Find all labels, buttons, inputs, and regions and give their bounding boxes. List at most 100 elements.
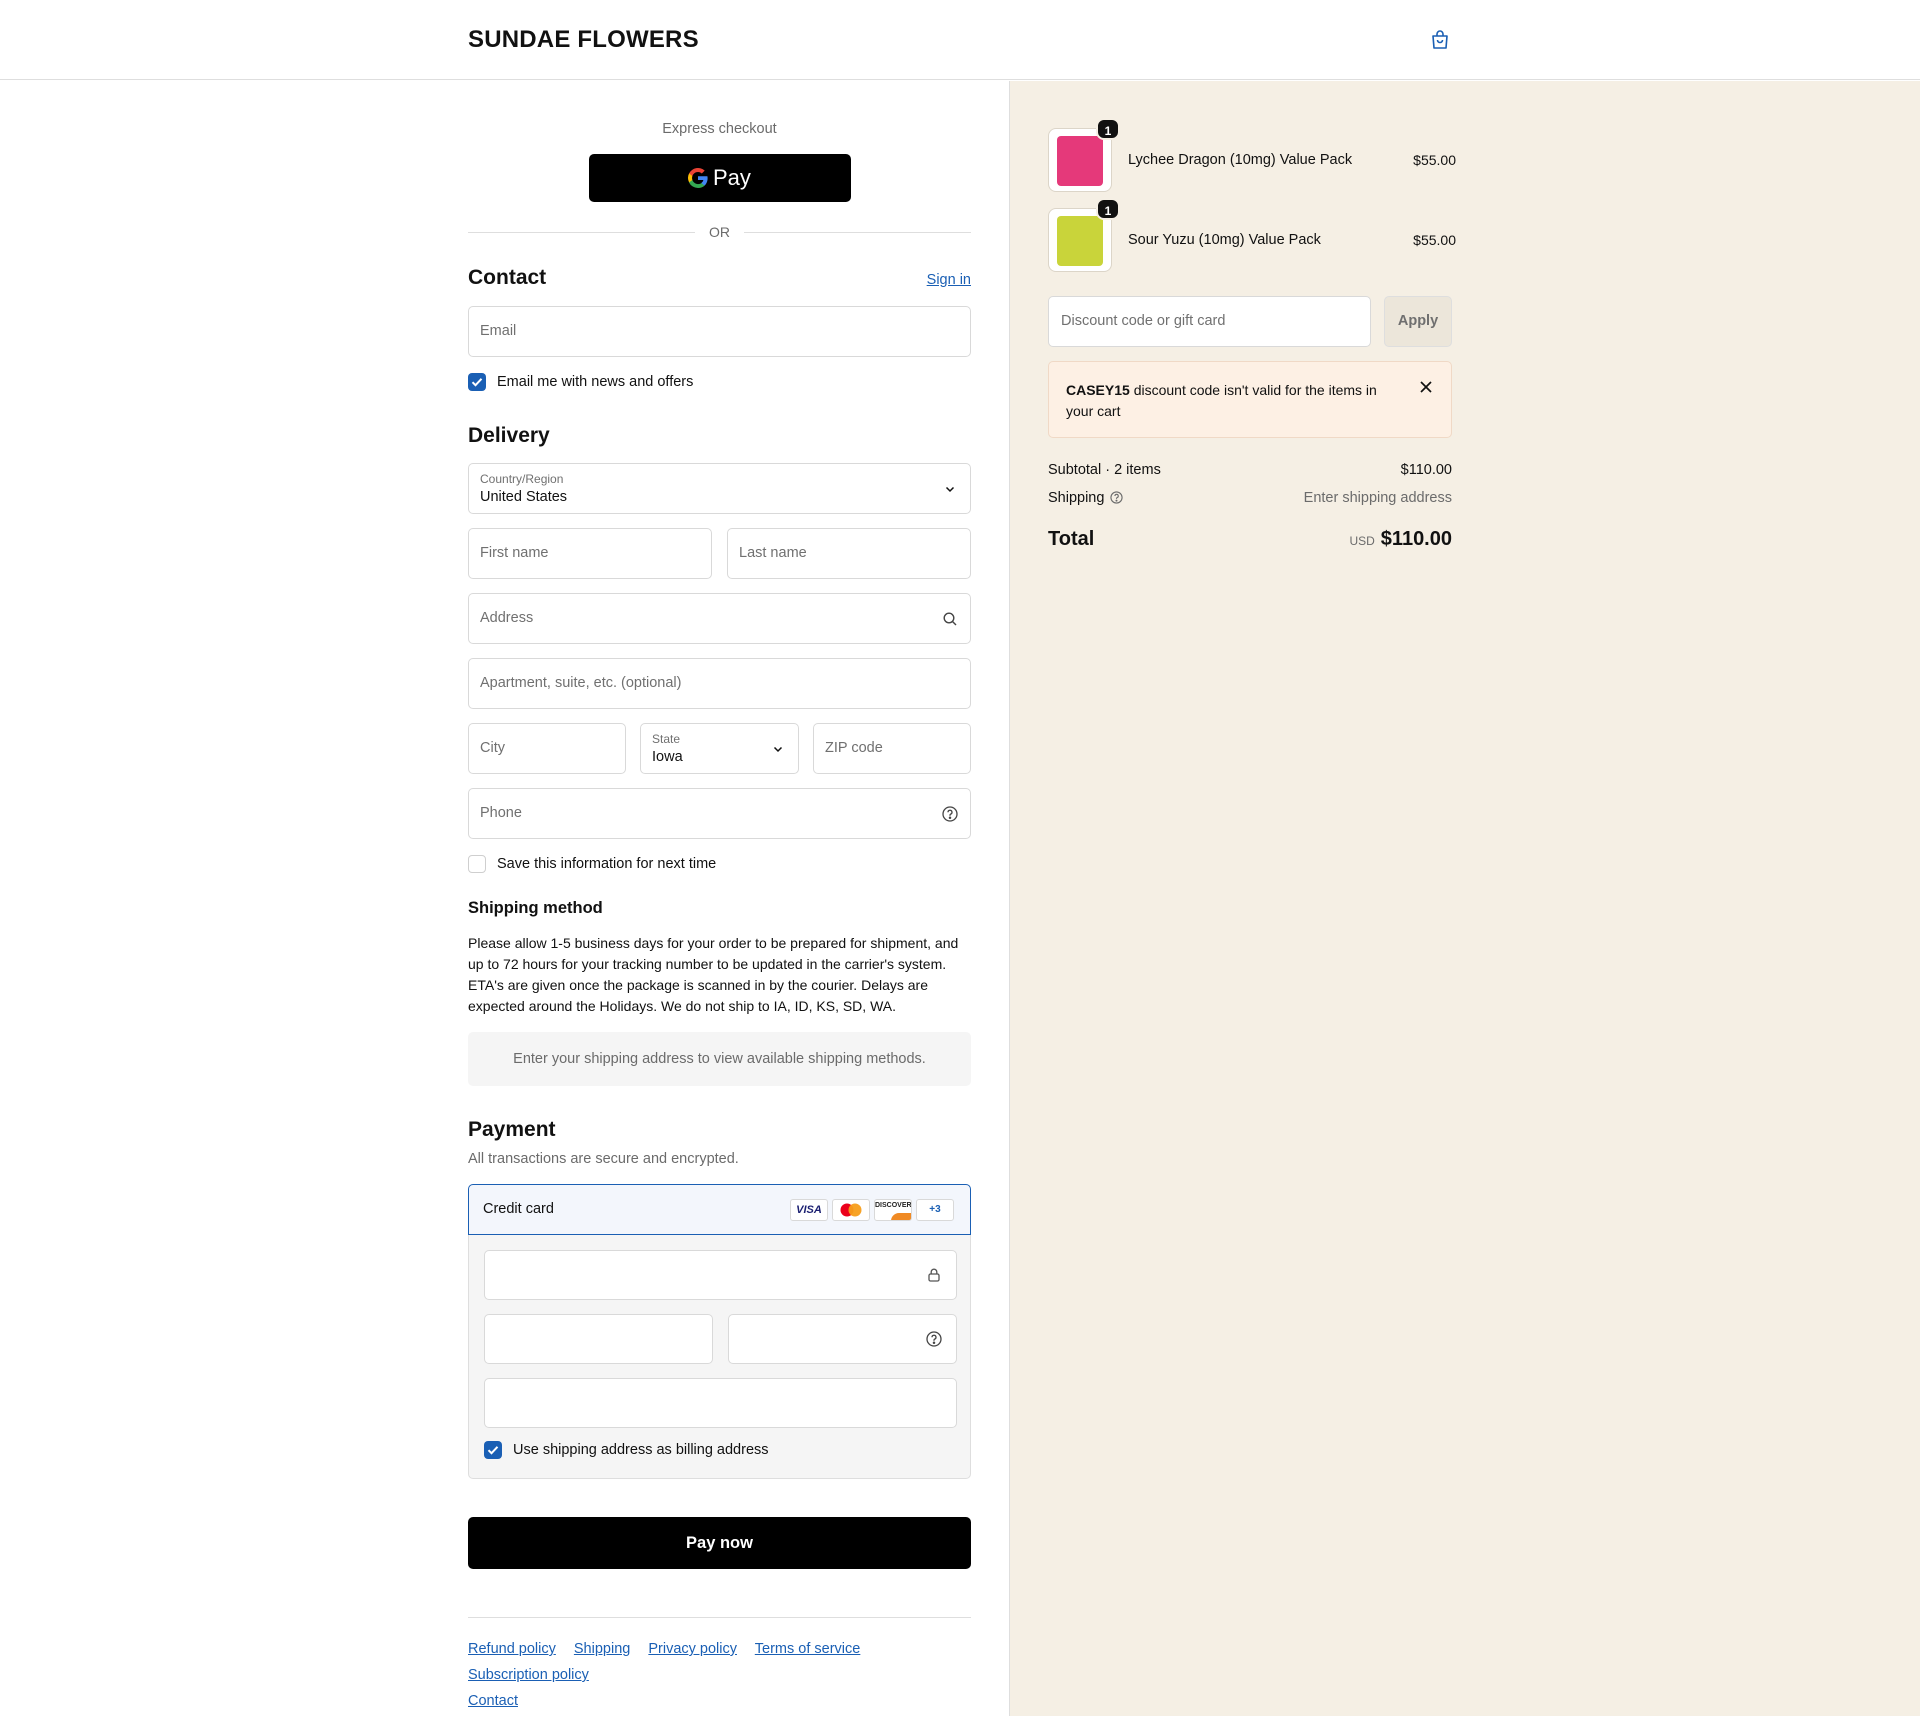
help-icon[interactable] bbox=[926, 1331, 942, 1347]
credit-card-option[interactable]: Credit card VISA DISCOVER +3 bbox=[468, 1184, 971, 1235]
city-field[interactable]: City bbox=[468, 723, 626, 774]
total-row: Total USD $110.00 bbox=[1048, 528, 1452, 556]
country-select[interactable]: Country/Region United States bbox=[468, 463, 971, 514]
address-placeholder: Address bbox=[480, 610, 534, 626]
shipping-method-heading: Shipping method bbox=[468, 899, 603, 917]
save-info-checkbox[interactable] bbox=[468, 855, 486, 873]
credit-card-form: Use shipping address as billing address bbox=[468, 1235, 971, 1479]
discount-error-notice: CASEY15 discount code isn't valid for th… bbox=[1048, 361, 1452, 438]
shipping-methods-empty: Enter your shipping address to view avai… bbox=[468, 1032, 971, 1086]
google-pay-label: Pay bbox=[713, 165, 751, 190]
check-icon bbox=[487, 1446, 499, 1455]
item-name: Sour Yuzu (10mg) Value Pack bbox=[1128, 232, 1321, 248]
zip-placeholder: ZIP code bbox=[825, 740, 883, 756]
country-value: United States bbox=[480, 489, 568, 505]
item-name: Lychee Dragon (10mg) Value Pack bbox=[1128, 152, 1353, 168]
phone-field[interactable]: Phone bbox=[468, 788, 971, 839]
zip-field[interactable]: ZIP code bbox=[813, 723, 971, 774]
first-name-field[interactable]: First name bbox=[468, 528, 712, 579]
shipping-label-wrap: Shipping bbox=[1048, 490, 1124, 506]
search-icon bbox=[943, 612, 957, 626]
visa-icon: VISA bbox=[790, 1199, 828, 1221]
payment-heading: Payment bbox=[468, 1118, 556, 1141]
close-icon[interactable] bbox=[1417, 378, 1435, 396]
footer-divider bbox=[468, 1617, 971, 1618]
quantity-badge: 1 bbox=[1096, 198, 1120, 220]
contact-heading: Contact bbox=[468, 266, 547, 289]
last-name-field[interactable]: Last name bbox=[727, 528, 971, 579]
apply-discount-button[interactable]: Apply bbox=[1384, 296, 1452, 347]
delivery-heading: Delivery bbox=[468, 424, 550, 447]
billing-same-checkbox[interactable] bbox=[484, 1441, 502, 1459]
subscription-policy-link[interactable]: Subscription policy bbox=[468, 1667, 589, 1683]
footer-links: Refund policy Shipping Privacy policy Te… bbox=[468, 1636, 971, 1714]
terms-of-service-link[interactable]: Terms of service bbox=[755, 1641, 861, 1657]
first-name-placeholder: First name bbox=[480, 545, 549, 561]
site-header: SUNDAE FLOWERS bbox=[0, 0, 1920, 80]
shipping-policy-link[interactable]: Shipping bbox=[574, 1641, 630, 1657]
quantity-badge: 1 bbox=[1096, 118, 1120, 140]
more-cards-badge: +3 bbox=[916, 1199, 954, 1221]
pay-now-button[interactable]: Pay now bbox=[468, 1517, 971, 1569]
apartment-field[interactable]: Apartment, suite, etc. (optional) bbox=[468, 658, 971, 709]
privacy-policy-link[interactable]: Privacy policy bbox=[648, 1641, 737, 1657]
state-value: Iowa bbox=[652, 749, 683, 765]
city-placeholder: City bbox=[480, 740, 505, 756]
google-g-icon bbox=[688, 168, 708, 189]
help-icon[interactable] bbox=[1110, 491, 1124, 504]
card-number-field[interactable] bbox=[484, 1250, 957, 1300]
apartment-placeholder: Apartment, suite, etc. (optional) bbox=[480, 675, 682, 691]
total-value: $110.00 bbox=[1380, 528, 1452, 550]
payment-subtitle: All transactions are secure and encrypte… bbox=[468, 1151, 739, 1167]
or-label: OR bbox=[709, 224, 730, 240]
save-info-checkbox-row[interactable]: Save this information for next time bbox=[468, 853, 971, 873]
line-item: 1 Sour Yuzu (10mg) Value Pack $55.00 bbox=[1048, 198, 1456, 274]
contact-link[interactable]: Contact bbox=[468, 1693, 518, 1709]
sign-in-link[interactable]: Sign in bbox=[927, 272, 971, 288]
express-checkout-label: Express checkout bbox=[662, 121, 777, 137]
discount-code: CASEY15 bbox=[1066, 382, 1130, 398]
state-label: State bbox=[652, 732, 681, 746]
refund-policy-link[interactable]: Refund policy bbox=[468, 1641, 556, 1657]
discount-error-text: CASEY15 discount code isn't valid for th… bbox=[1066, 380, 1406, 422]
total-currency: USD bbox=[1349, 534, 1375, 548]
address-field[interactable]: Address bbox=[468, 593, 971, 644]
lock-icon bbox=[928, 1268, 940, 1282]
expiration-date-field[interactable] bbox=[484, 1314, 713, 1364]
shipping-label: Shipping bbox=[1048, 490, 1105, 506]
email-field[interactable]: Email bbox=[468, 306, 971, 357]
name-on-card-field[interactable] bbox=[484, 1378, 957, 1428]
newsletter-label: Email me with news and offers bbox=[497, 374, 694, 390]
mastercard-icon bbox=[832, 1199, 870, 1221]
shipping-description: Please allow 1-5 business days for your … bbox=[468, 935, 959, 1014]
help-icon[interactable] bbox=[942, 806, 958, 822]
email-placeholder: Email bbox=[480, 323, 517, 339]
chevron-down-icon bbox=[945, 486, 955, 493]
item-price: $55.00 bbox=[1413, 152, 1456, 168]
newsletter-checkbox[interactable] bbox=[468, 373, 486, 391]
or-divider: OR bbox=[468, 222, 971, 242]
item-price: $55.00 bbox=[1413, 232, 1456, 248]
newsletter-checkbox-row[interactable]: Email me with news and offers bbox=[468, 371, 971, 391]
discover-icon: DISCOVER bbox=[874, 1199, 912, 1221]
phone-placeholder: Phone bbox=[480, 805, 522, 821]
state-select[interactable]: State Iowa bbox=[640, 723, 799, 774]
subtotal-label: Subtotal · 2 items bbox=[1048, 462, 1161, 478]
line-item: 1 Lychee Dragon (10mg) Value Pack $55.00 bbox=[1048, 118, 1456, 194]
shipping-value: Enter shipping address bbox=[1303, 490, 1452, 506]
credit-card-label: Credit card bbox=[483, 1201, 554, 1217]
save-info-label: Save this information for next time bbox=[497, 856, 717, 872]
shopping-bag-icon[interactable] bbox=[1428, 28, 1452, 52]
total-label: Total bbox=[1048, 528, 1095, 550]
discover-stripe bbox=[891, 1213, 911, 1220]
product-image bbox=[1057, 136, 1103, 186]
brand-logo[interactable]: SUNDAE FLOWERS bbox=[468, 26, 699, 54]
security-code-field[interactable] bbox=[728, 1314, 957, 1364]
billing-same-label: Use shipping address as billing address bbox=[513, 1442, 769, 1458]
discount-code-input[interactable]: Discount code or gift card bbox=[1048, 296, 1371, 347]
google-pay-button[interactable]: Pay bbox=[589, 154, 851, 202]
billing-same-checkbox-row[interactable]: Use shipping address as billing address bbox=[484, 1439, 954, 1459]
product-image bbox=[1057, 216, 1103, 266]
chevron-down-icon bbox=[773, 746, 783, 753]
total-amount: USD $110.00 bbox=[1349, 528, 1452, 551]
